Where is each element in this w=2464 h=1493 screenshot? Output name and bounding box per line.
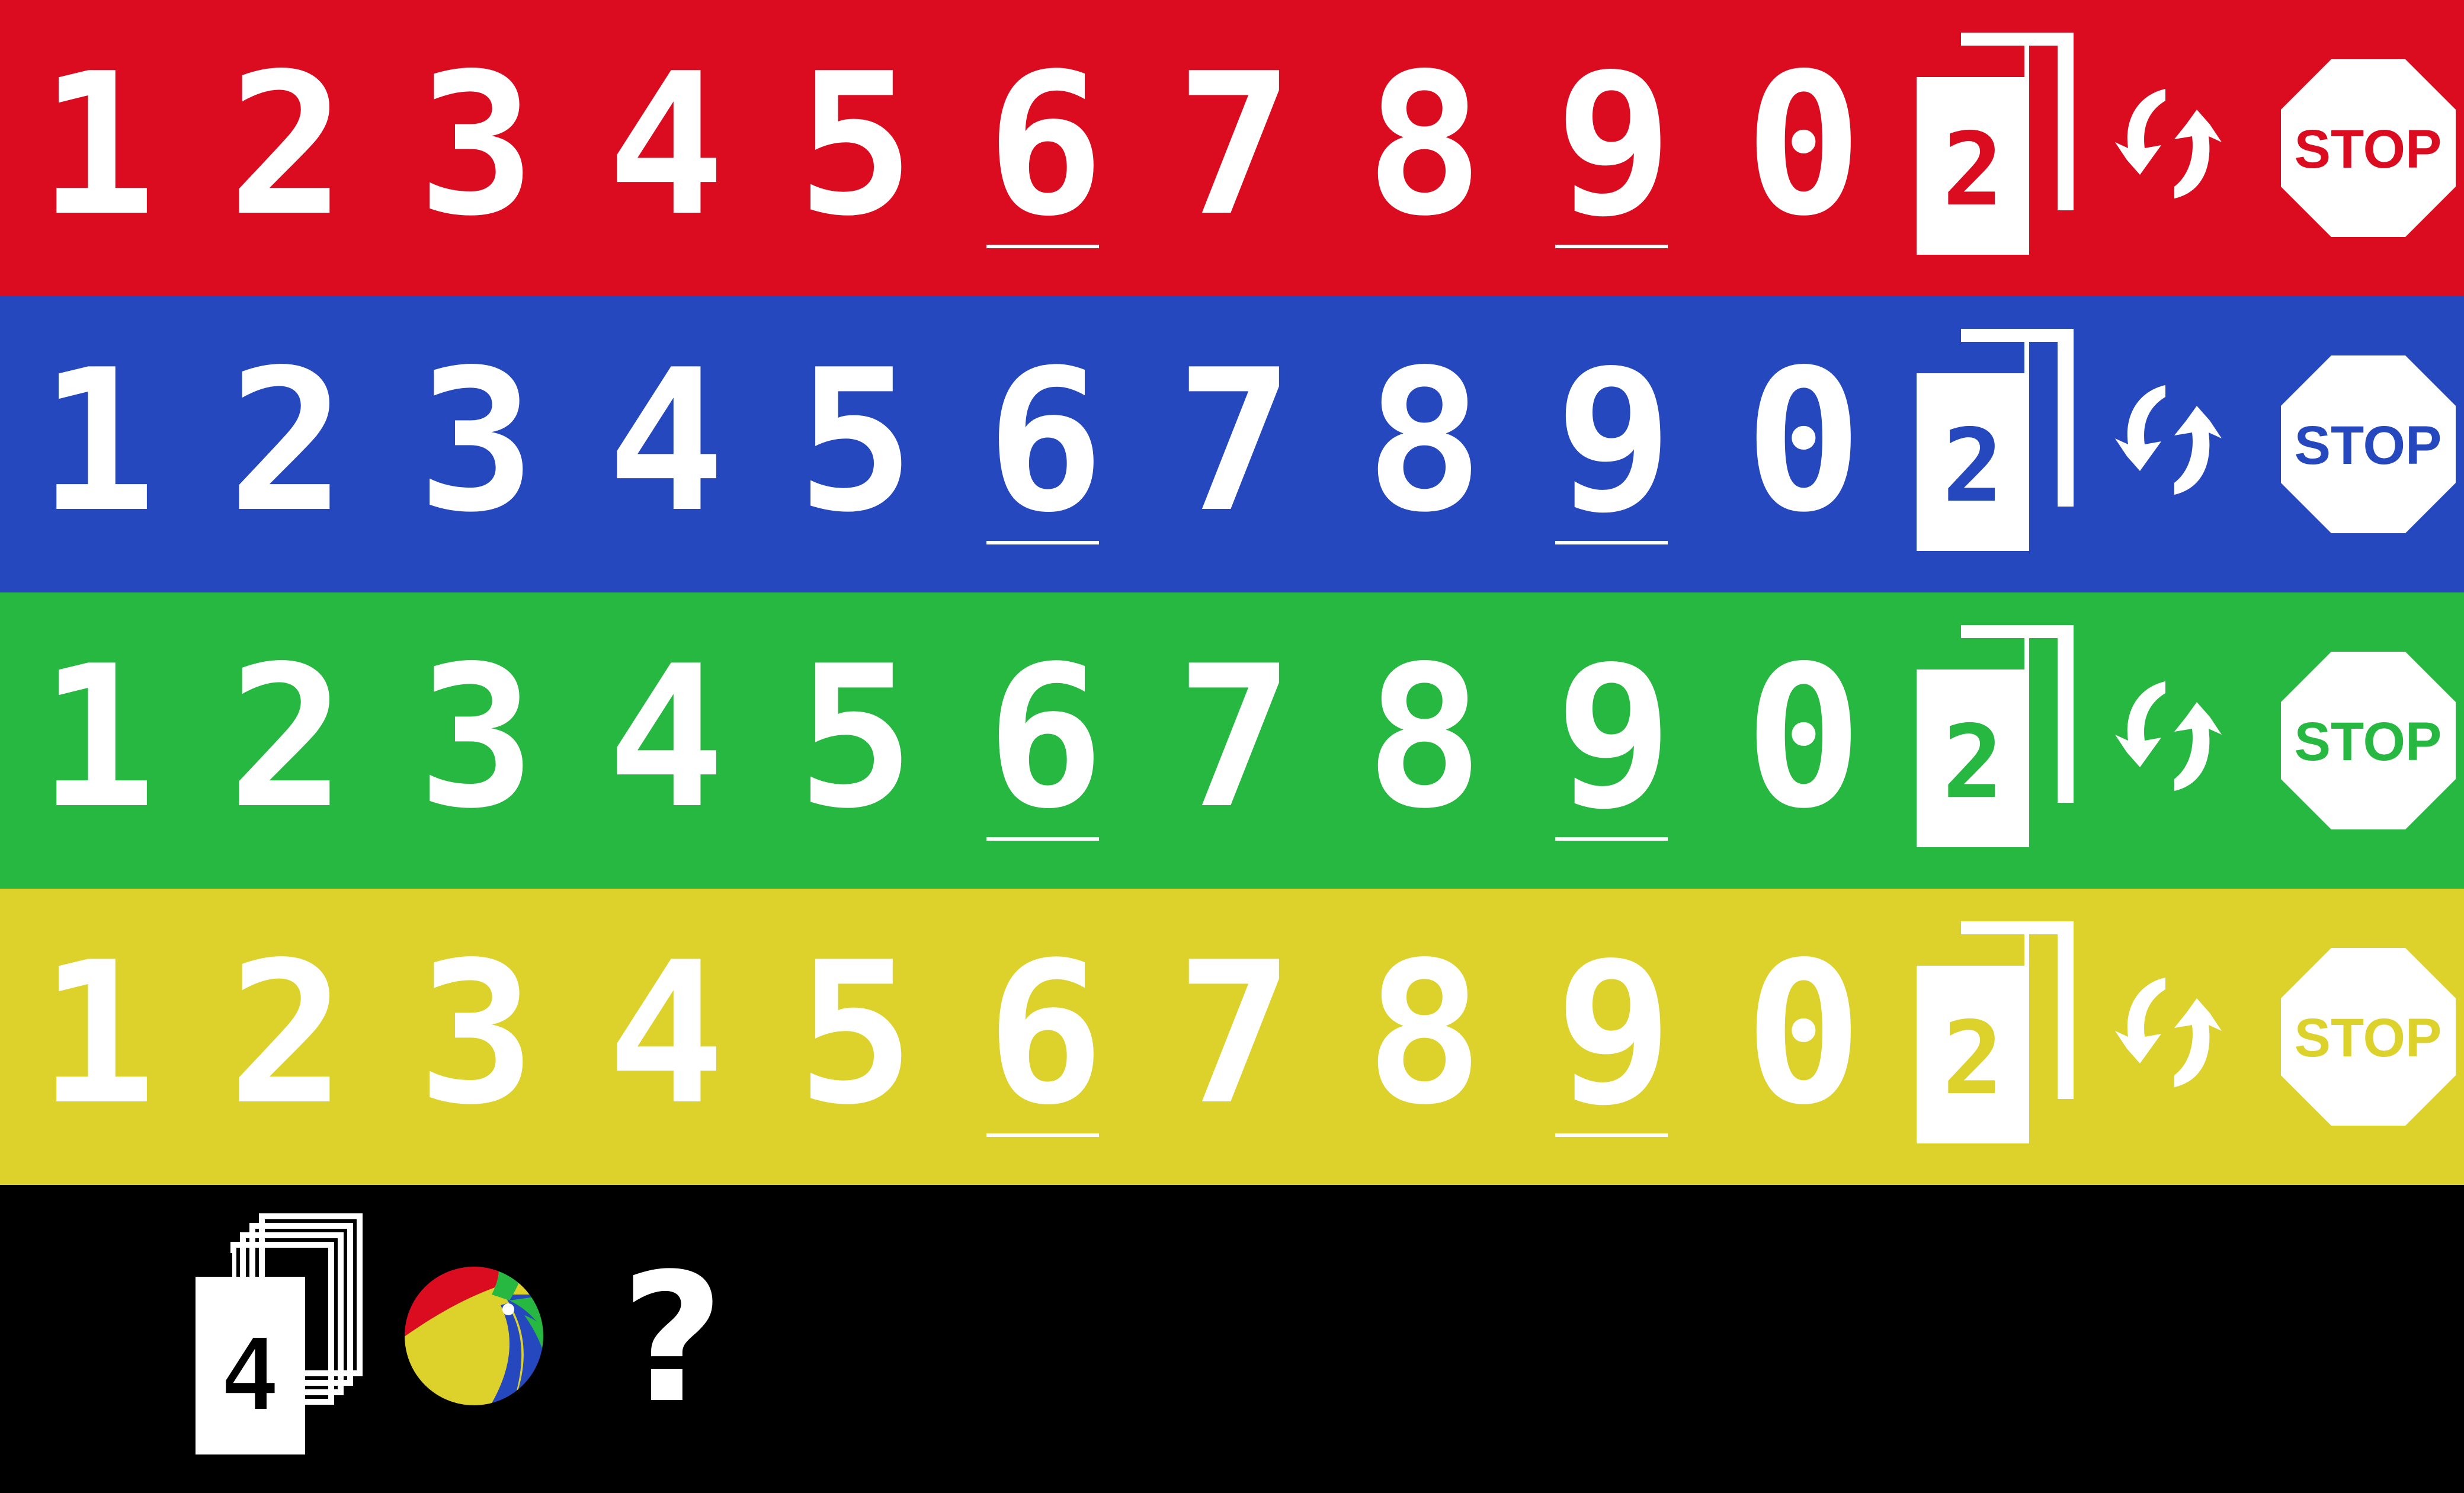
reverse-arrows-icon	[2115, 89, 2222, 198]
number-card-0: 0	[1745, 624, 1863, 851]
stop-sign-icon: STOP	[2281, 355, 2456, 533]
stop-sign-icon: STOP	[2281, 59, 2456, 237]
number-card-8: 8	[1366, 920, 1483, 1148]
number-card-4: 4	[607, 31, 725, 259]
number-card-9: 9	[1555, 328, 1673, 555]
number-card-0: 0	[1745, 31, 1863, 259]
draw-two-value: 2	[1943, 408, 2003, 525]
card-row-green: 1 2 3 4 5 6 7 8 9 0 2 STOP	[0, 592, 2464, 889]
number-card-5: 5	[797, 920, 915, 1148]
number-card-7: 7	[1176, 31, 1294, 259]
underline-mark	[1555, 541, 1668, 544]
draw-two-value: 2	[1943, 704, 2003, 821]
number-card-4: 4	[607, 328, 725, 555]
number-card-0: 0	[1745, 920, 1863, 1148]
stop-text: STOP	[2295, 119, 2442, 180]
number-card-6: 6	[986, 31, 1104, 259]
number-card-4: 4	[607, 624, 725, 851]
number-card-1: 1	[39, 31, 156, 259]
deck-value: 4	[220, 1317, 280, 1434]
number-card-1: 1	[39, 624, 156, 851]
draw-two-card-icon: 2	[1917, 329, 2074, 551]
reverse-arrows-icon	[2115, 978, 2222, 1087]
card-sheet: 1 2 3 4 5 6 7 8 9 0 2 STOP 1 2 3 4 5 6 7 8 9 0 2 STOP 1 2 3 4 5 6 7 8 9 0…	[0, 0, 2464, 1493]
reverse-arrows-icon	[2115, 385, 2222, 495]
number-card-6: 6	[986, 624, 1104, 851]
number-card-7: 7	[1176, 624, 1294, 851]
underline-mark	[1555, 837, 1668, 841]
number-card-9: 9	[1555, 920, 1673, 1148]
underline-mark	[986, 1133, 1099, 1137]
number-card-7: 7	[1176, 328, 1294, 555]
card-deck-icon: 4	[196, 1213, 363, 1454]
number-card-4: 4	[607, 920, 725, 1148]
number-card-5: 5	[797, 624, 915, 851]
underline-mark	[986, 245, 1099, 248]
underline-mark	[1555, 245, 1668, 248]
number-card-8: 8	[1366, 328, 1483, 555]
number-card-3: 3	[418, 328, 536, 555]
bottom-panel: 4 ?	[0, 1185, 2464, 1493]
stop-text: STOP	[2295, 712, 2442, 772]
number-card-0: 0	[1745, 328, 1863, 555]
number-card-8: 8	[1366, 624, 1483, 851]
stop-sign-icon: STOP	[2281, 652, 2456, 829]
underline-mark	[1555, 1133, 1668, 1137]
underline-mark	[986, 837, 1099, 841]
underline-mark	[986, 541, 1099, 544]
card-row-red: 1 2 3 4 5 6 7 8 9 0 2 STOP	[0, 0, 2464, 296]
stop-sign-icon: STOP	[2281, 948, 2456, 1126]
draw-two-card-icon: 2	[1917, 625, 2074, 847]
number-card-5: 5	[797, 31, 915, 259]
card-row-yellow: 1 2 3 4 5 6 7 8 9 0 2 STOP	[0, 889, 2464, 1185]
number-card-9: 9	[1555, 31, 1673, 259]
number-card-6: 6	[986, 328, 1104, 555]
number-card-1: 1	[39, 328, 156, 555]
stop-text: STOP	[2295, 415, 2442, 476]
draw-two-card-icon: 2	[1917, 33, 2074, 255]
number-card-2: 2	[228, 328, 346, 555]
number-card-8: 8	[1366, 31, 1483, 259]
number-card-2: 2	[228, 31, 346, 259]
number-card-7: 7	[1176, 920, 1294, 1148]
number-card-6: 6	[986, 920, 1104, 1148]
number-card-1: 1	[39, 920, 156, 1148]
draw-two-card-icon: 2	[1917, 921, 2074, 1143]
number-card-3: 3	[418, 624, 536, 851]
number-card-3: 3	[418, 920, 536, 1148]
number-card-2: 2	[228, 920, 346, 1148]
number-card-3: 3	[418, 31, 536, 259]
number-card-2: 2	[228, 624, 346, 851]
draw-two-value: 2	[1943, 1000, 2003, 1117]
number-card-9: 9	[1555, 624, 1673, 851]
beach-ball-icon	[399, 1261, 549, 1411]
draw-two-value: 2	[1943, 111, 2003, 229]
number-card-5: 5	[797, 328, 915, 555]
question-mark: ?	[620, 1235, 725, 1442]
card-row-blue: 1 2 3 4 5 6 7 8 9 0 2 STOP	[0, 296, 2464, 592]
reverse-arrows-icon	[2115, 681, 2222, 791]
stop-text: STOP	[2295, 1008, 2442, 1068]
